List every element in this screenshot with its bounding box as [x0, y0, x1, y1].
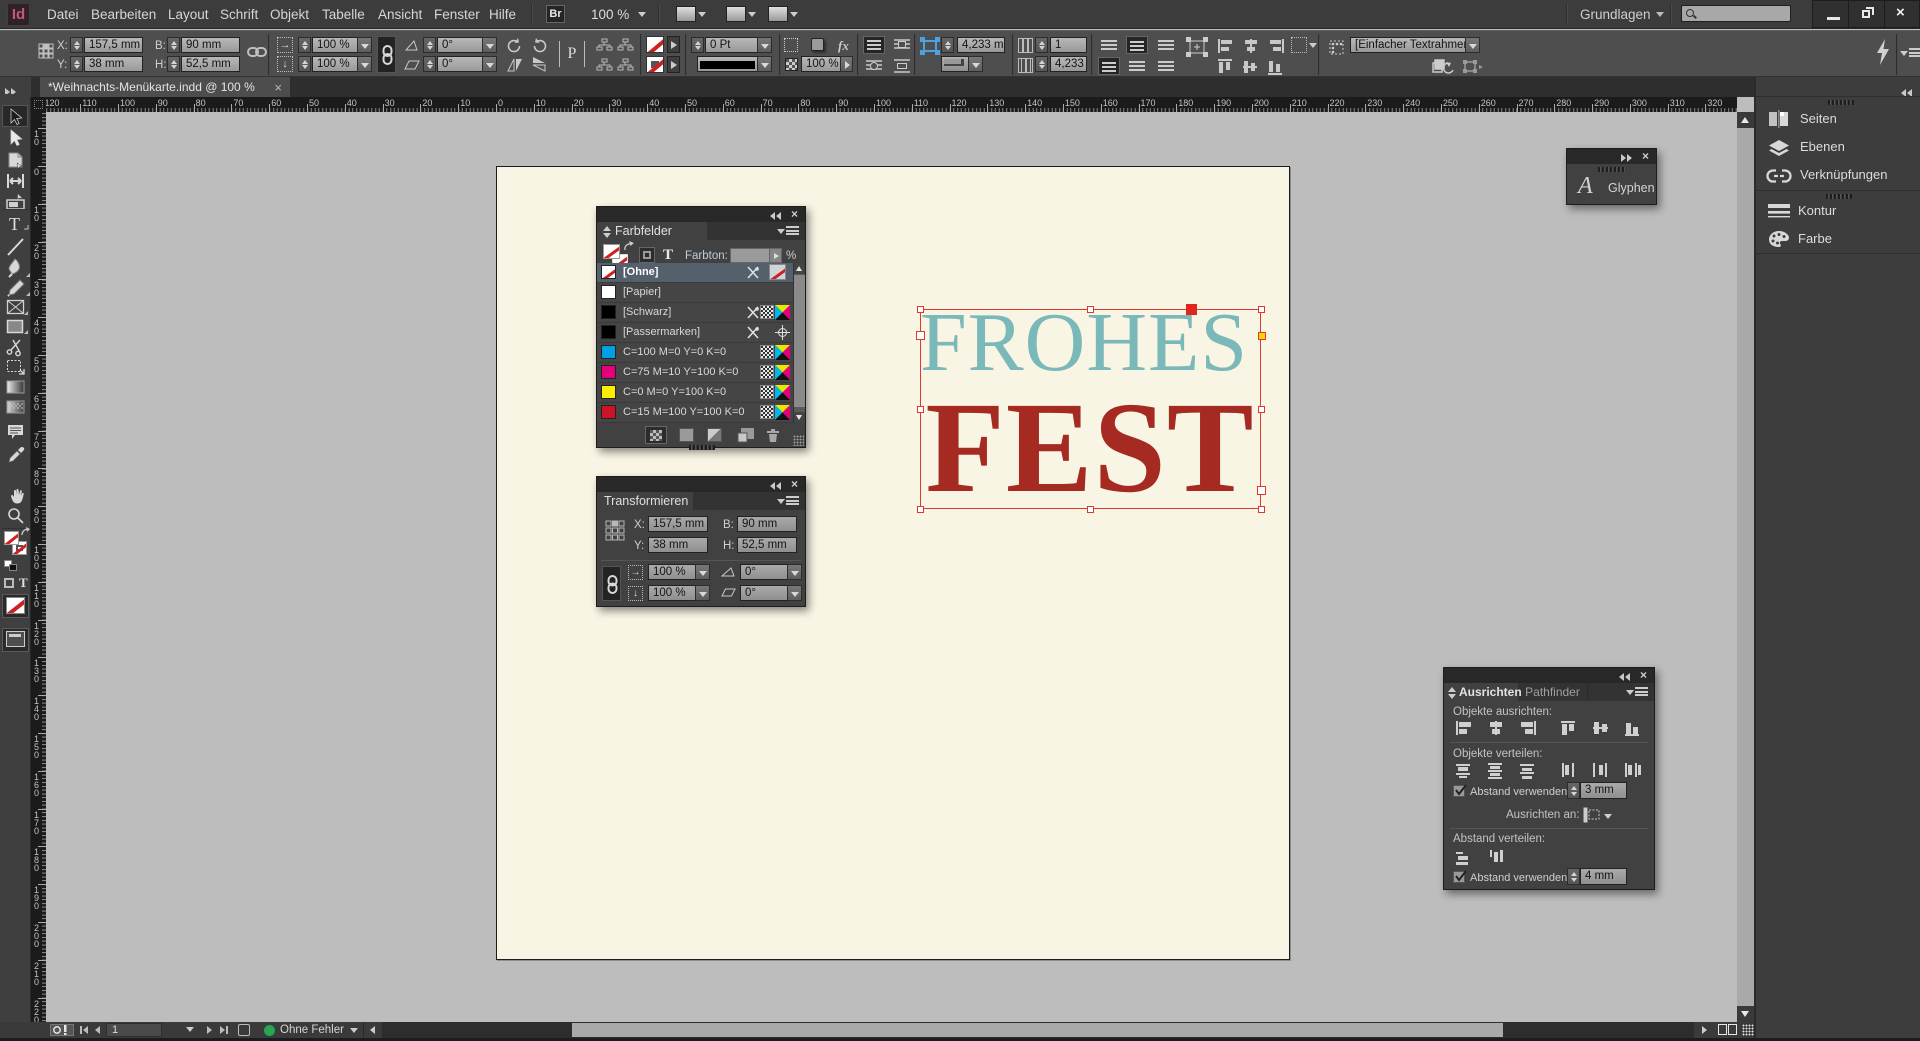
svg-text:T: T: [9, 214, 20, 234]
